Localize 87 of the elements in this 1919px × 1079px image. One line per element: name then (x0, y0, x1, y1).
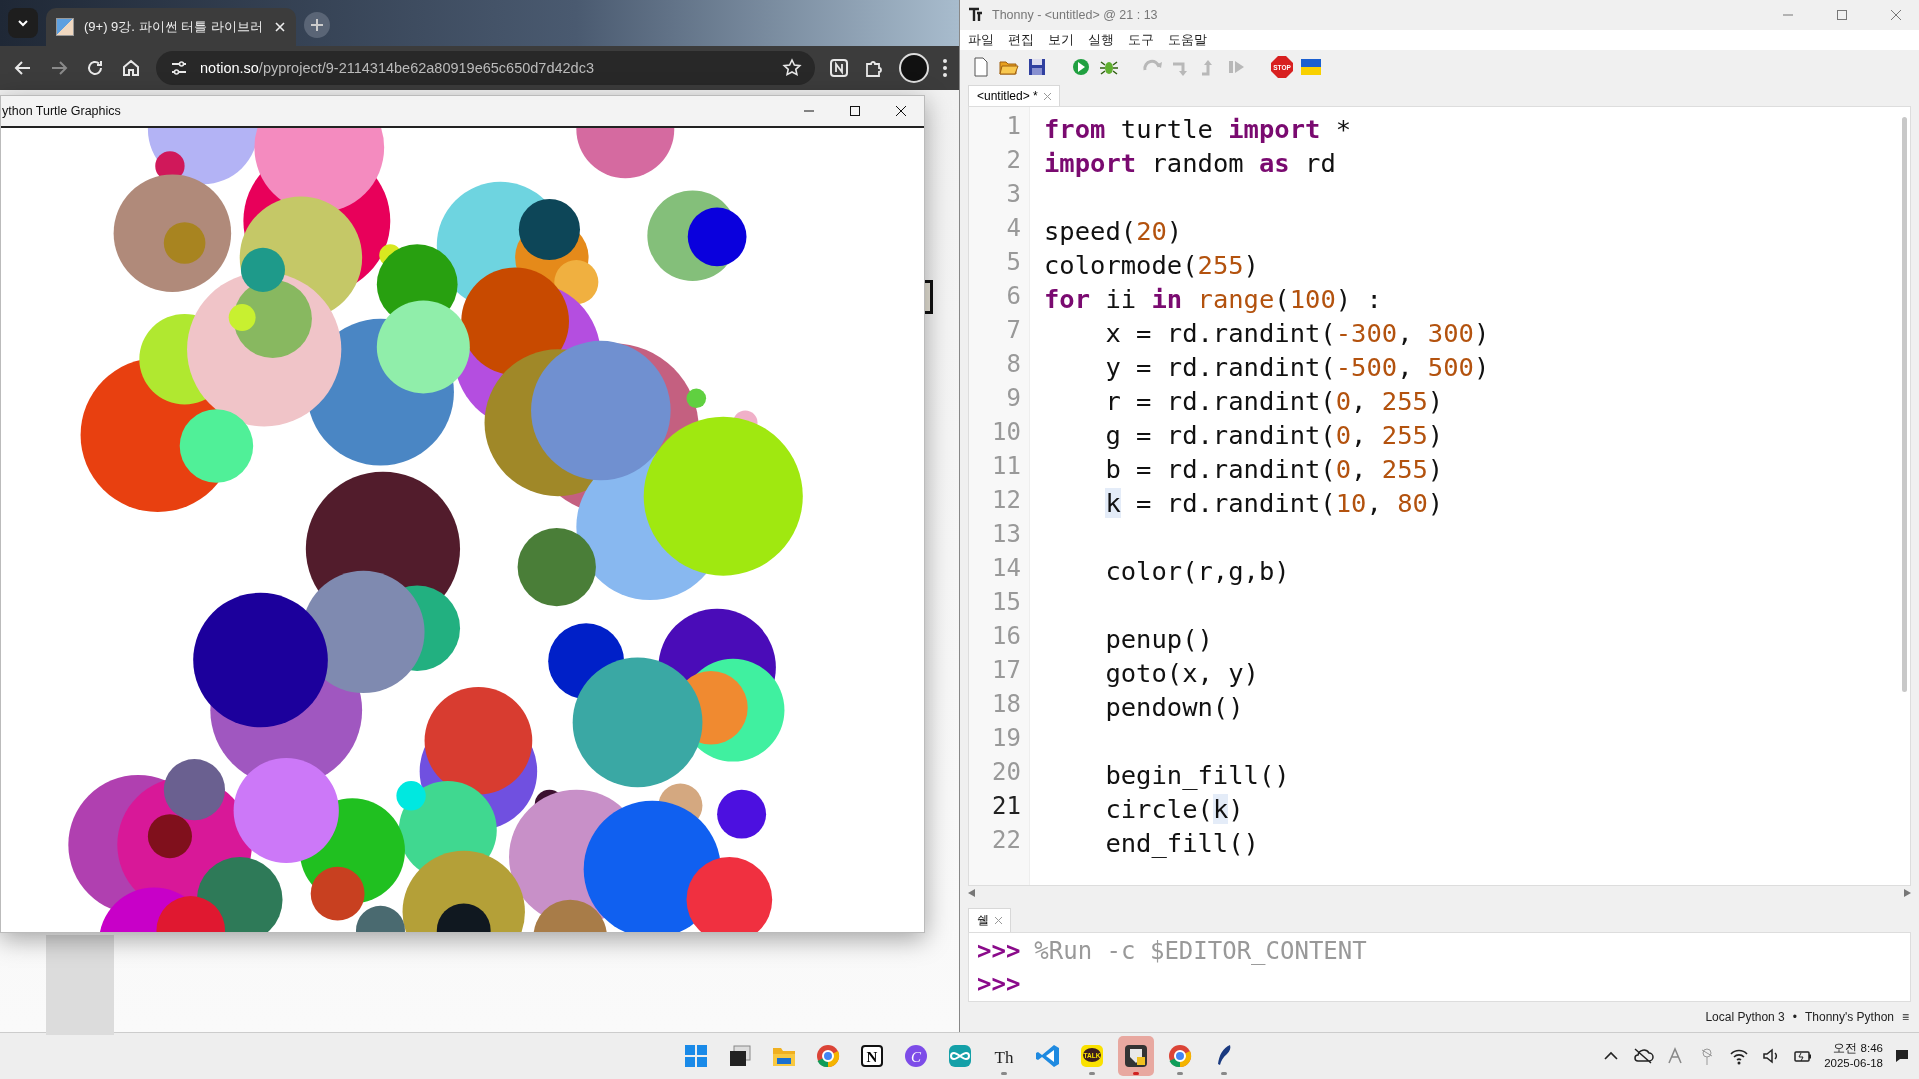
window-title: ython Turtle Graphics (1, 104, 122, 118)
line-number: 13 (991, 520, 1022, 550)
new-tab-button[interactable] (304, 12, 330, 38)
shell-prompt: >>> (977, 969, 1021, 1000)
page-icon (56, 18, 74, 36)
save-icon[interactable] (1026, 56, 1048, 78)
line-number: 8 (1005, 350, 1022, 380)
cloud-off-icon[interactable] (1632, 1045, 1655, 1067)
line-number: 6 (1005, 282, 1022, 312)
menu-item[interactable]: 편집 (1008, 31, 1034, 49)
window-title: Thonny - <untitled> @ 21 : 13 (992, 8, 1158, 22)
line-number: 10 (991, 418, 1022, 448)
code-line: b = rd.randint(0, 255) (1104, 453, 1445, 486)
line-number: 15 (991, 588, 1022, 618)
status-text: • (1792, 1010, 1797, 1024)
line-number: 4 (1005, 214, 1022, 244)
bookmark-star-icon[interactable] (781, 57, 803, 79)
code-line: speed(20) (1044, 215, 1184, 248)
code-line: from turtle import * (1044, 113, 1353, 146)
close-icon[interactable] (895, 105, 907, 117)
code-line: r = rd.randint(0, 255) (1104, 385, 1445, 418)
line-number: 22 (991, 826, 1022, 856)
code-line: begin_fill() (1104, 759, 1291, 792)
taskbar-app[interactable]: Th (986, 1036, 1023, 1076)
app-icon (968, 7, 984, 23)
tab-search-button[interactable] (8, 8, 38, 38)
line-number: 21 (991, 792, 1022, 822)
plus-icon (310, 18, 324, 32)
profile-avatar[interactable] (899, 53, 929, 83)
thonny-icon: Th (990, 1042, 1019, 1070)
code-line: color(r,g,b) (1104, 555, 1291, 588)
code-line: pendown() (1104, 691, 1245, 724)
line-number: 11 (991, 452, 1022, 482)
code-line: x = rd.randint(-300, 300) (1104, 317, 1490, 350)
line-number: 16 (991, 622, 1022, 652)
home-icon[interactable] (120, 57, 142, 79)
shell-tab[interactable]: 쉘 (968, 908, 1011, 932)
line-number: 2 (1005, 146, 1022, 176)
menu-item[interactable]: 도움말 (1168, 31, 1207, 49)
code-line: circle(k) (1104, 793, 1245, 826)
code-line: y = rd.randint(-500, 500) (1104, 351, 1490, 384)
taskbar-app[interactable] (1118, 1036, 1155, 1076)
status-text: Local Python 3 (1705, 1010, 1785, 1024)
notification-icon[interactable] (1893, 1047, 1911, 1065)
code-editor[interactable] (968, 106, 1911, 886)
shell-command: %Run -c $EDITOR_CONTENT (1034, 936, 1367, 967)
scrollbar-thumb[interactable] (1902, 117, 1907, 692)
code-line: penup() (1104, 623, 1214, 656)
browser-tab[interactable]: (9+) 9강. 파이썬 터틀 라이브러 (46, 8, 296, 46)
run-icon[interactable] (1070, 56, 1092, 78)
menu-item[interactable]: 보기 (1048, 31, 1074, 49)
line-number: 12 (991, 486, 1022, 516)
menu-item[interactable]: 파일 (968, 31, 994, 49)
code-line: g = rd.randint(0, 255) (1104, 419, 1445, 452)
taskbar-app[interactable]: C (898, 1036, 935, 1076)
code-line: end_fill() (1104, 827, 1260, 860)
shell-prompt: >>> (977, 936, 1021, 967)
line-number: 7 (1005, 316, 1022, 346)
line-number: 5 (1005, 248, 1022, 278)
line-number: 20 (991, 758, 1022, 788)
line-number: 1 (1005, 112, 1022, 142)
code-line: for ii in range(100) : (1044, 283, 1383, 316)
status-text: Thonny's Python (1804, 1010, 1894, 1024)
address-bar[interactable]: notion.so/pyproject/9-2114314be62a80919e65c650d7d42dc3 (156, 51, 815, 85)
menu-icon[interactable] (943, 59, 947, 77)
line-number: 3 (1005, 180, 1022, 210)
code-line: colormode(255) (1044, 249, 1260, 282)
extension-icon[interactable] (829, 58, 849, 78)
shell-console[interactable]: >>> %Run -c $EDITOR_CONTENT >>> (968, 932, 1911, 1002)
line-number: 9 (1005, 384, 1022, 414)
scroll-right-icon[interactable] (1904, 889, 1911, 897)
line-number: 18 (991, 690, 1022, 720)
scroll-left-icon[interactable] (968, 889, 975, 897)
taskbar-app[interactable]: N (854, 1036, 891, 1076)
code-line: goto(x, y) (1104, 657, 1260, 690)
line-number: 17 (991, 656, 1022, 686)
code-line: k = rd.randint(10, 80) (1104, 487, 1445, 520)
status-text: ≡ (1902, 1010, 1909, 1024)
clock[interactable]: 오전 8:46 2025-06-18 (1824, 1041, 1883, 1071)
line-number: 14 (991, 554, 1022, 584)
editor-tab[interactable]: <untitled> * (968, 85, 1060, 106)
maximize-icon[interactable] (849, 105, 861, 117)
code-line: import random as rd (1044, 147, 1337, 180)
menu-item[interactable]: 실행 (1088, 31, 1114, 49)
flag-icon[interactable] (1300, 56, 1322, 78)
line-number: 19 (991, 724, 1022, 754)
menu-item[interactable]: 도구 (1128, 31, 1154, 49)
